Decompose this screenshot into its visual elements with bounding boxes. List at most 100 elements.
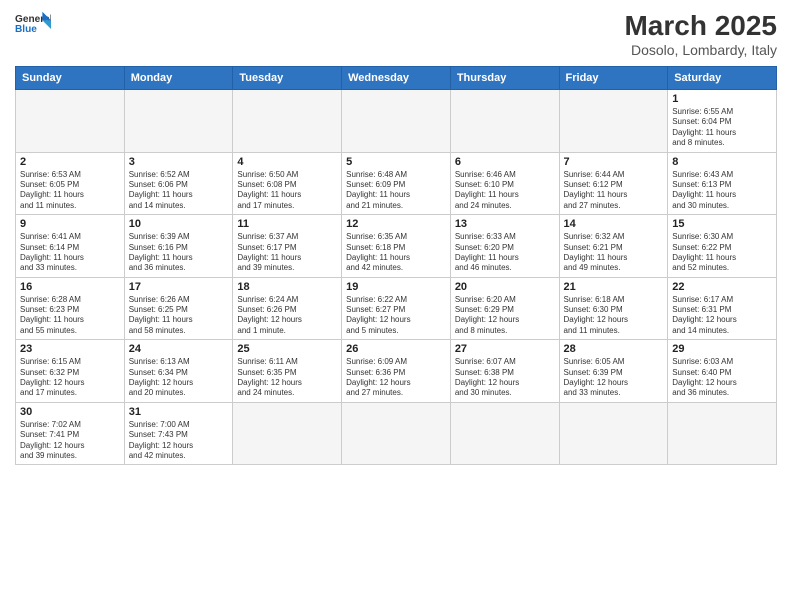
calendar-cell	[124, 90, 233, 153]
weekday-header-monday: Monday	[124, 67, 233, 90]
day-info: Sunrise: 6:03 AM Sunset: 6:40 PM Dayligh…	[672, 357, 772, 399]
day-number: 8	[672, 156, 772, 168]
calendar-cell: 17 Sunrise: 6:26 AM Sunset: 6:25 PM Dayli…	[124, 277, 233, 340]
calendar-cell: 24Sunrise: 6:13 AM Sunset: 6:34 PM Dayli…	[124, 340, 233, 403]
weekday-header-row: SundayMondayTuesdayWednesdayThursdayFrid…	[16, 67, 777, 90]
day-number: 16	[20, 281, 120, 293]
day-number: 19	[346, 281, 446, 293]
calendar-cell	[233, 90, 342, 153]
day-info: Sunrise: 6:55 AM Sunset: 6:04 PM Dayligh…	[672, 107, 772, 149]
day-number: 15	[672, 218, 772, 230]
calendar-cell: 26 Sunrise: 6:09 AM Sunset: 6:36 PM Dayli…	[342, 340, 451, 403]
calendar-cell: 25 Sunrise: 6:11 AM Sunset: 6:35 PM Dayli…	[233, 340, 342, 403]
day-number: 30	[20, 406, 120, 418]
calendar-week-3: 9 Sunrise: 6:41 AM Sunset: 6:14 PM Daylig…	[16, 215, 777, 278]
day-info: Sunrise: 6:26 AM Sunset: 6:25 PM Dayligh…	[129, 295, 229, 337]
calendar-cell: 21Sunrise: 6:18 AM Sunset: 6:30 PM Dayli…	[559, 277, 668, 340]
calendar-cell: 4 Sunrise: 6:50 AM Sunset: 6:08 PM Daylig…	[233, 152, 342, 215]
day-number: 12	[346, 218, 446, 230]
day-number: 3	[129, 156, 229, 168]
page: General Blue March 2025 Dosolo, Lombardy…	[0, 0, 792, 612]
calendar-cell: 14 Sunrise: 6:32 AM Sunset: 6:21 PM Dayli…	[559, 215, 668, 278]
day-info: Sunrise: 7:00 AM Sunset: 7:43 PM Dayligh…	[129, 420, 229, 462]
calendar-week-5: 23Sunrise: 6:15 AM Sunset: 6:32 PM Dayli…	[16, 340, 777, 403]
day-number: 28	[564, 343, 664, 355]
day-info: Sunrise: 6:05 AM Sunset: 6:39 PM Dayligh…	[564, 357, 664, 399]
calendar-cell: 28 Sunrise: 6:05 AM Sunset: 6:39 PM Dayli…	[559, 340, 668, 403]
day-info: Sunrise: 6:07 AM Sunset: 6:38 PM Dayligh…	[455, 357, 555, 399]
calendar-cell: 9 Sunrise: 6:41 AM Sunset: 6:14 PM Daylig…	[16, 215, 125, 278]
day-number: 5	[346, 156, 446, 168]
day-number: 31	[129, 406, 229, 418]
calendar-cell	[668, 402, 777, 465]
calendar-cell: 7Sunrise: 6:44 AM Sunset: 6:12 PM Daylig…	[559, 152, 668, 215]
day-number: 29	[672, 343, 772, 355]
day-info: Sunrise: 6:22 AM Sunset: 6:27 PM Dayligh…	[346, 295, 446, 337]
calendar-title: March 2025	[624, 10, 777, 42]
calendar-cell: 22 Sunrise: 6:17 AM Sunset: 6:31 PM Dayli…	[668, 277, 777, 340]
day-info: Sunrise: 6:50 AM Sunset: 6:08 PM Dayligh…	[237, 170, 337, 212]
calendar-cell: 2 Sunrise: 6:53 AM Sunset: 6:05 PM Daylig…	[16, 152, 125, 215]
day-number: 21	[564, 281, 664, 293]
day-number: 26	[346, 343, 446, 355]
calendar-cell: 23Sunrise: 6:15 AM Sunset: 6:32 PM Dayli…	[16, 340, 125, 403]
calendar-cell: 10Sunrise: 6:39 AM Sunset: 6:16 PM Dayli…	[124, 215, 233, 278]
calendar-cell	[450, 90, 559, 153]
day-info: Sunrise: 6:32 AM Sunset: 6:21 PM Dayligh…	[564, 232, 664, 274]
calendar-cell: 12Sunrise: 6:35 AM Sunset: 6:18 PM Dayli…	[342, 215, 451, 278]
calendar-cell	[559, 90, 668, 153]
day-info: Sunrise: 6:09 AM Sunset: 6:36 PM Dayligh…	[346, 357, 446, 399]
calendar-cell	[342, 90, 451, 153]
logo: General Blue	[15, 10, 51, 38]
calendar-week-4: 16 Sunrise: 6:28 AM Sunset: 6:23 PM Dayli…	[16, 277, 777, 340]
day-number: 20	[455, 281, 555, 293]
calendar-cell: 13Sunrise: 6:33 AM Sunset: 6:20 PM Dayli…	[450, 215, 559, 278]
calendar-table: SundayMondayTuesdayWednesdayThursdayFrid…	[15, 66, 777, 465]
day-info: Sunrise: 6:43 AM Sunset: 6:13 PM Dayligh…	[672, 170, 772, 212]
day-info: Sunrise: 6:46 AM Sunset: 6:10 PM Dayligh…	[455, 170, 555, 212]
weekday-header-friday: Friday	[559, 67, 668, 90]
day-number: 14	[564, 218, 664, 230]
day-info: Sunrise: 7:02 AM Sunset: 7:41 PM Dayligh…	[20, 420, 120, 462]
weekday-header-thursday: Thursday	[450, 67, 559, 90]
day-number: 9	[20, 218, 120, 230]
weekday-header-tuesday: Tuesday	[233, 67, 342, 90]
day-number: 23	[20, 343, 120, 355]
day-info: Sunrise: 6:30 AM Sunset: 6:22 PM Dayligh…	[672, 232, 772, 274]
calendar-cell: 5 Sunrise: 6:48 AM Sunset: 6:09 PM Daylig…	[342, 152, 451, 215]
calendar-cell: 29 Sunrise: 6:03 AM Sunset: 6:40 PM Dayli…	[668, 340, 777, 403]
calendar-cell: 11Sunrise: 6:37 AM Sunset: 6:17 PM Dayli…	[233, 215, 342, 278]
day-info: Sunrise: 6:53 AM Sunset: 6:05 PM Dayligh…	[20, 170, 120, 212]
weekday-header-saturday: Saturday	[668, 67, 777, 90]
day-info: Sunrise: 6:48 AM Sunset: 6:09 PM Dayligh…	[346, 170, 446, 212]
day-number: 2	[20, 156, 120, 168]
calendar-cell	[450, 402, 559, 465]
day-number: 22	[672, 281, 772, 293]
day-number: 7	[564, 156, 664, 168]
day-info: Sunrise: 6:33 AM Sunset: 6:20 PM Dayligh…	[455, 232, 555, 274]
day-info: Sunrise: 6:52 AM Sunset: 6:06 PM Dayligh…	[129, 170, 229, 212]
calendar-cell: 20Sunrise: 6:20 AM Sunset: 6:29 PM Dayli…	[450, 277, 559, 340]
svg-text:Blue: Blue	[15, 24, 37, 35]
weekday-header-sunday: Sunday	[16, 67, 125, 90]
day-info: Sunrise: 6:41 AM Sunset: 6:14 PM Dayligh…	[20, 232, 120, 274]
calendar-subtitle: Dosolo, Lombardy, Italy	[624, 42, 777, 58]
day-info: Sunrise: 6:28 AM Sunset: 6:23 PM Dayligh…	[20, 295, 120, 337]
calendar-cell: 6 Sunrise: 6:46 AM Sunset: 6:10 PM Daylig…	[450, 152, 559, 215]
calendar-cell: 18Sunrise: 6:24 AM Sunset: 6:26 PM Dayli…	[233, 277, 342, 340]
day-info: Sunrise: 6:24 AM Sunset: 6:26 PM Dayligh…	[237, 295, 337, 337]
day-info: Sunrise: 6:17 AM Sunset: 6:31 PM Dayligh…	[672, 295, 772, 337]
day-number: 24	[129, 343, 229, 355]
day-number: 1	[672, 93, 772, 105]
calendar-cell: 1 Sunrise: 6:55 AM Sunset: 6:04 PM Daylig…	[668, 90, 777, 153]
day-number: 17	[129, 281, 229, 293]
calendar-cell: 19 Sunrise: 6:22 AM Sunset: 6:27 PM Dayli…	[342, 277, 451, 340]
calendar-cell: 27Sunrise: 6:07 AM Sunset: 6:38 PM Dayli…	[450, 340, 559, 403]
day-number: 11	[237, 218, 337, 230]
header: General Blue March 2025 Dosolo, Lombardy…	[15, 10, 777, 58]
day-number: 4	[237, 156, 337, 168]
day-number: 25	[237, 343, 337, 355]
day-info: Sunrise: 6:11 AM Sunset: 6:35 PM Dayligh…	[237, 357, 337, 399]
day-number: 6	[455, 156, 555, 168]
calendar-cell: 8 Sunrise: 6:43 AM Sunset: 6:13 PM Daylig…	[668, 152, 777, 215]
